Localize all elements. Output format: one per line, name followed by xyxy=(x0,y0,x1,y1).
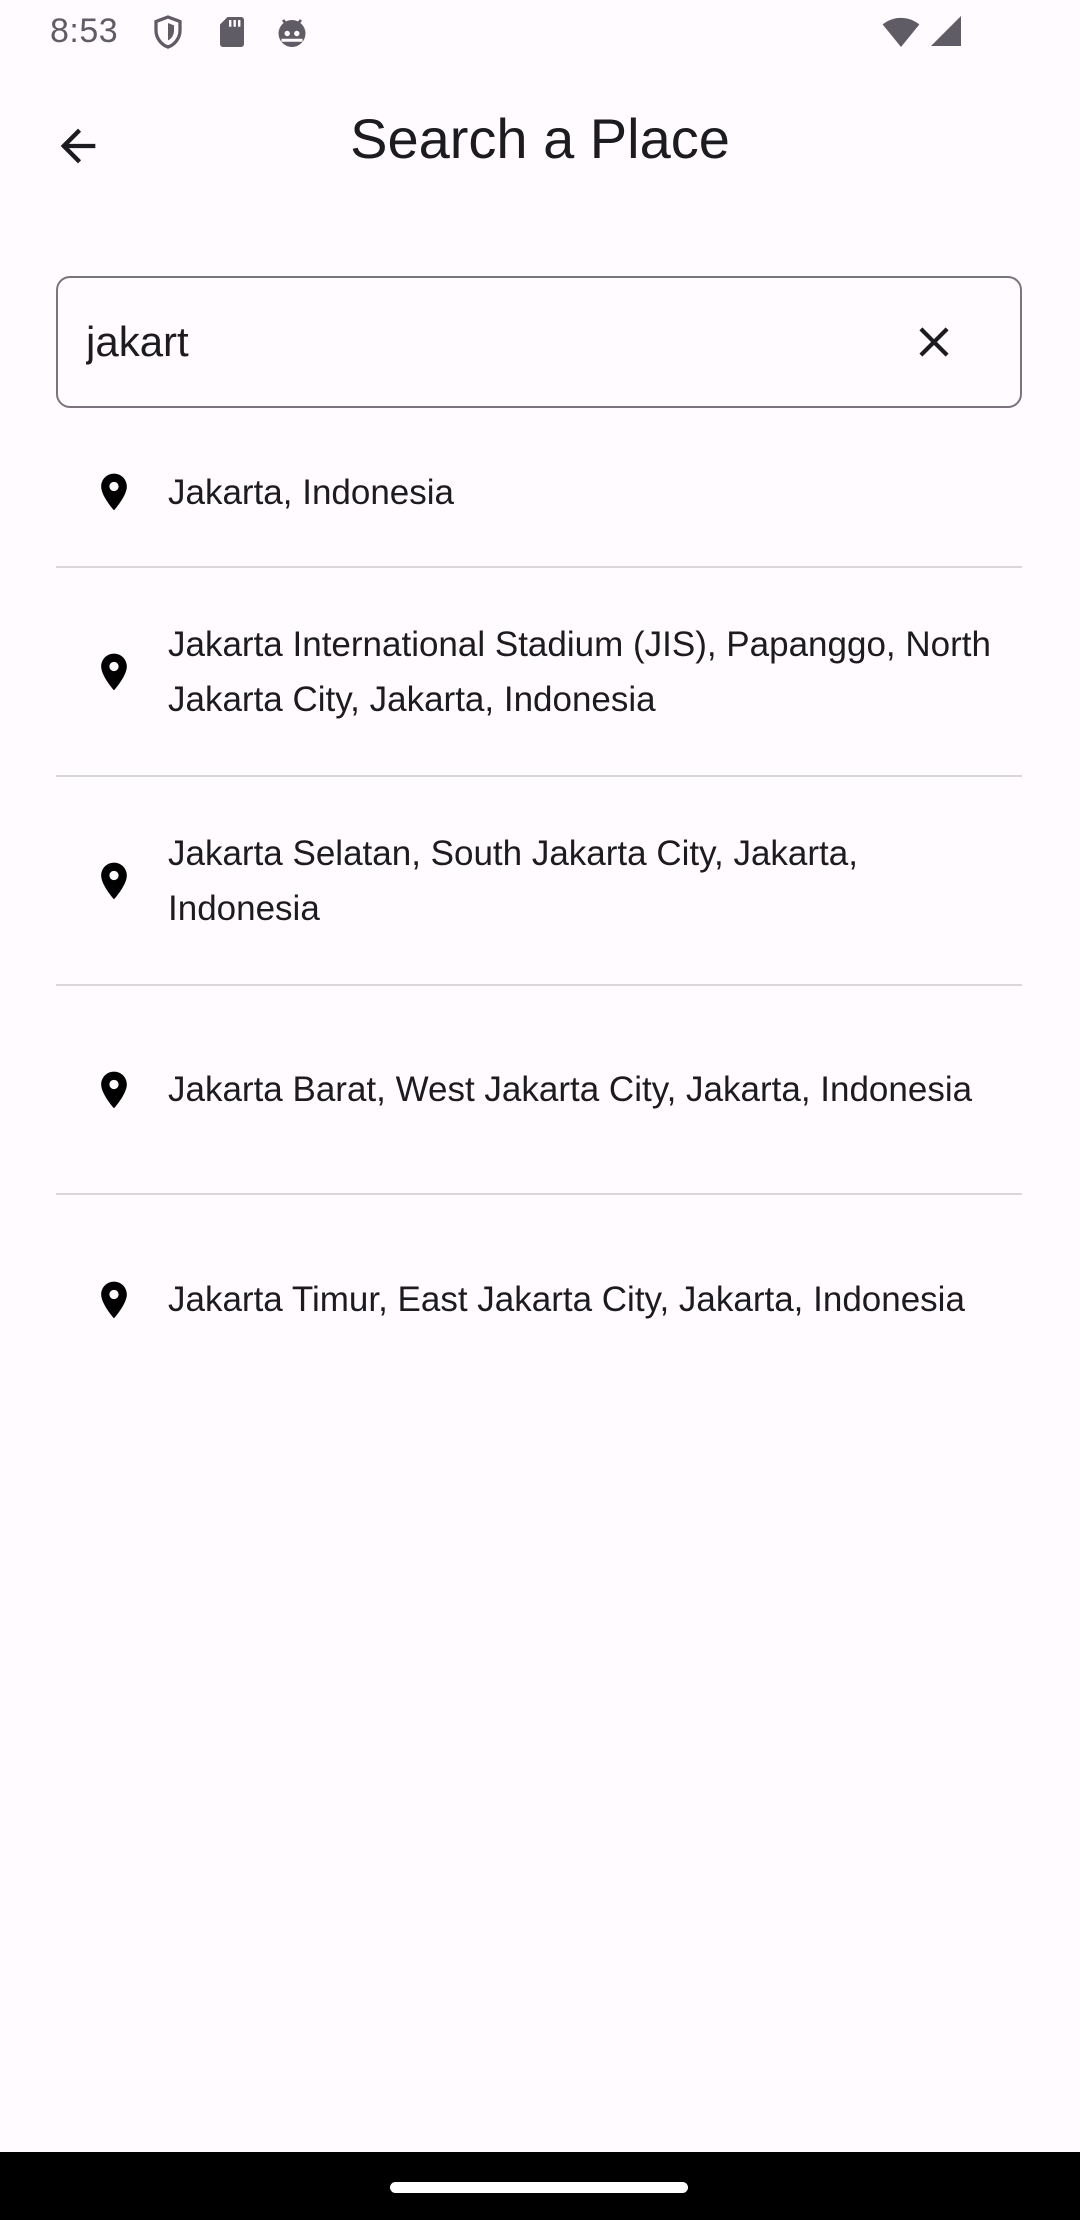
status-time: 8:53 xyxy=(50,12,119,50)
shield-icon xyxy=(154,15,182,49)
close-icon xyxy=(919,327,949,357)
result-label: Jakarta Timur, East Jakarta City, Jakart… xyxy=(168,1280,965,1319)
result-label: Jakarta Barat, West Jakarta City, Jakart… xyxy=(168,1070,973,1109)
search-field[interactable] xyxy=(56,276,1022,408)
list-item[interactable]: Jakarta Barat, West Jakarta City, Jakart… xyxy=(56,986,1022,1195)
list-item[interactable]: Jakarta, Indonesia xyxy=(56,418,1022,568)
list-item[interactable]: Jakarta Timur, East Jakarta City, Jakart… xyxy=(56,1195,1022,1404)
search-input[interactable] xyxy=(86,306,866,378)
result-label: Jakarta International Stadium (JIS), Pap… xyxy=(168,624,991,719)
location-pin-icon xyxy=(101,1281,127,1318)
app-bar: Search a Place xyxy=(0,84,1080,196)
page-title: Search a Place xyxy=(350,107,730,170)
results-list: Jakarta, Indonesia Jakarta International… xyxy=(56,418,1022,1404)
wifi-icon xyxy=(882,17,920,47)
gesture-nav-bar xyxy=(0,2152,1080,2220)
result-label: Jakarta, Indonesia xyxy=(168,472,455,512)
cell-signal-icon xyxy=(931,16,961,46)
status-bar: 8:53 xyxy=(0,0,1080,64)
android-head-icon xyxy=(278,19,306,47)
sd-card-icon xyxy=(220,17,244,47)
location-pin-icon xyxy=(101,653,127,690)
list-item[interactable]: Jakarta International Stadium (JIS), Pap… xyxy=(56,568,1022,777)
location-pin-icon xyxy=(101,473,127,511)
clear-search-button[interactable] xyxy=(896,304,972,380)
list-item[interactable]: Jakarta Selatan, South Jakarta City, Jak… xyxy=(56,777,1022,986)
result-label: Jakarta Selatan, South Jakarta City, Jak… xyxy=(168,833,858,928)
home-gesture-handle[interactable] xyxy=(390,2182,688,2193)
location-pin-icon xyxy=(101,862,127,899)
location-pin-icon xyxy=(101,1071,127,1108)
